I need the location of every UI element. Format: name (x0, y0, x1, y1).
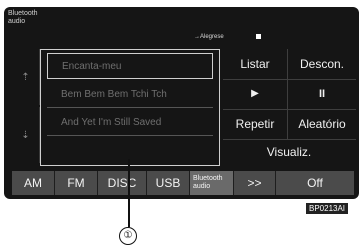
callout-number: ① (119, 227, 137, 245)
tab-am[interactable]: AM (12, 171, 55, 195)
shuffle-button[interactable]: Aleatório (287, 109, 356, 140)
disconnect-button[interactable]: Descon. (287, 49, 356, 80)
scroll-down-button[interactable]: ⇣ (12, 107, 40, 163)
tab-bluetooth-line1: Bluetooth (193, 175, 223, 182)
source-label: Bluetooth audio (8, 10, 38, 26)
callout-label: ① (123, 230, 133, 241)
repeat-button[interactable]: Repetir (223, 109, 287, 140)
tab-bluetooth-audio[interactable]: Bluetooth audio (190, 171, 234, 195)
scroll-up-icon: ⇡ (21, 71, 30, 83)
track-list: Encanta-meu Bem Bem Bem Tchi Tch And Yet… (40, 49, 220, 166)
source-tab-bar: AM FM DISC USB Bluetooth audio >> Off (12, 171, 354, 195)
pause-button[interactable]: II (287, 79, 356, 110)
play-button[interactable]: ▶ (223, 79, 287, 110)
figure-tag: BP0213AI (306, 203, 349, 214)
scroll-up-button[interactable]: ⇡ (12, 49, 40, 105)
track-item[interactable] (47, 138, 213, 164)
status-indicator (256, 34, 261, 39)
visualize-button[interactable]: Visualiz. (223, 137, 355, 167)
head-unit-screen: Bluetooth audio →Alegrese ⇡ ⇣ Encanta-me… (4, 7, 359, 199)
track-item[interactable]: Bem Bem Bem Tchi Tch (47, 82, 213, 108)
play-icon: ▶ (251, 88, 259, 99)
list-button[interactable]: Listar (223, 49, 287, 80)
source-label-line2: audio (8, 18, 26, 25)
tab-disc[interactable]: DISC (98, 171, 147, 195)
source-label-line1: Bluetooth (8, 10, 38, 17)
pause-icon: II (318, 88, 326, 100)
tab-usb[interactable]: USB (147, 171, 190, 195)
now-playing-title: →Alegrese (194, 34, 224, 40)
tab-fm[interactable]: FM (55, 171, 98, 195)
tab-off[interactable]: Off (276, 171, 354, 195)
track-item[interactable]: And Yet I'm Still Saved (47, 110, 213, 136)
tab-bluetooth-line2: audio (193, 183, 211, 190)
track-item[interactable]: Encanta-meu (47, 53, 213, 79)
list-scroll-column: ⇡ ⇣ (12, 49, 40, 165)
callout-leader-line (128, 159, 130, 227)
tab-more[interactable]: >> (234, 171, 276, 195)
scroll-down-icon: ⇣ (21, 129, 30, 141)
